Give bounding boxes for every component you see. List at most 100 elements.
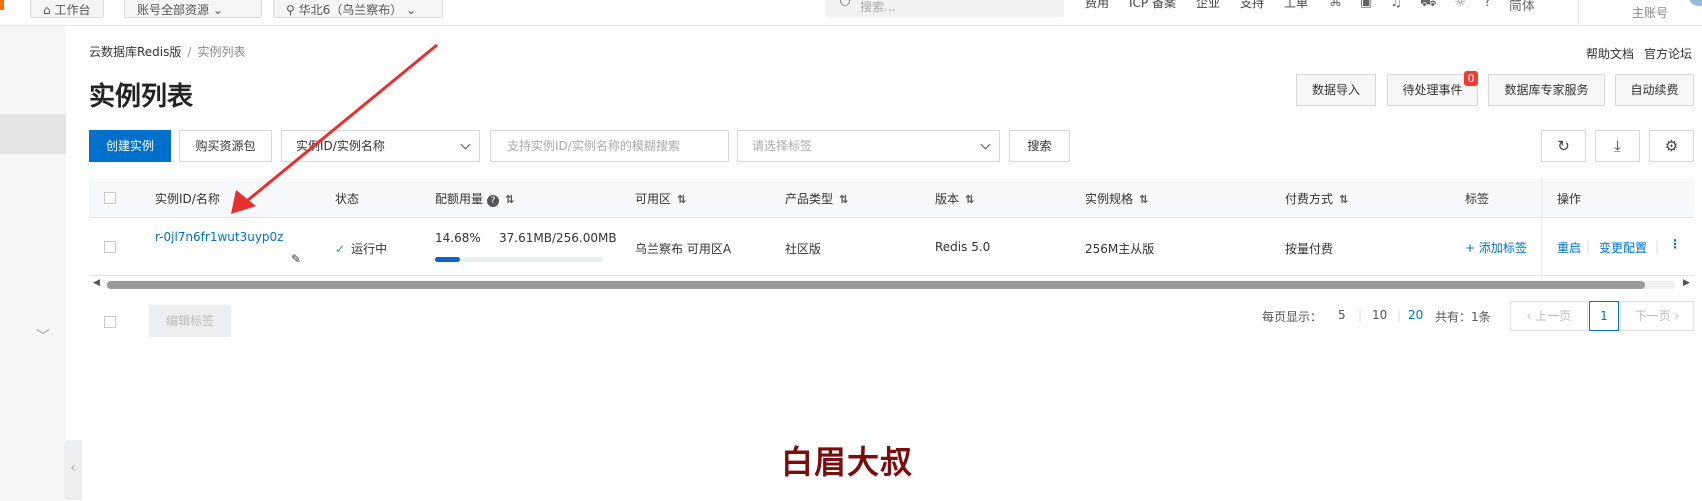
search-button[interactable]: 搜索	[1009, 130, 1070, 162]
create-instance-button[interactable]: 创建实例	[89, 130, 171, 162]
page-1-button[interactable]: 1	[1589, 301, 1619, 331]
version-cell: Redis 5.0	[935, 240, 991, 254]
table-row: r-0jl7n6fr1wut3uyp0z ✎ ✓ 运行中 14.68% 37.61…	[89, 219, 1694, 276]
breadcrumb-current: 实例列表	[197, 45, 246, 59]
per-page-option-5[interactable]: 5	[1338, 308, 1346, 322]
more-icon[interactable]: ⋮	[1669, 237, 1681, 251]
instance-id-link[interactable]: r-0jl7n6fr1wut3uyp0z	[155, 230, 283, 244]
breadcrumb-root[interactable]: 云数据库Redis版	[89, 45, 181, 59]
nav-link-support[interactable]: 支持	[1240, 0, 1264, 11]
quota-usage: 37.61MB/256.00MB	[499, 231, 617, 245]
buy-resource-pack-button[interactable]: 购买资源包	[179, 130, 272, 162]
filter-field-select[interactable]: 实例ID/实例名称	[281, 130, 480, 162]
sidebar-collapse-button[interactable]: ‹	[64, 440, 82, 500]
avatar[interactable]	[1686, 0, 1702, 8]
col-spec: 实例规格 ⇅	[1085, 192, 1149, 206]
table-header: 实例ID/名称 状态 配额用量? ⇅ 可用区 ⇅ 产品类型 ⇅ 版本 ⇅ 实例规格 ⇅ 付…	[89, 178, 1694, 218]
horizontal-scrollbar[interactable]: ◀ ▶	[89, 278, 1694, 290]
quota-progress-bar	[435, 257, 603, 262]
help-icon[interactable]: ?	[487, 195, 500, 207]
chevron-down-icon[interactable]: ﹀	[36, 326, 50, 346]
sort-icon[interactable]: ⇅	[965, 193, 974, 206]
sort-icon[interactable]: ⇅	[1139, 193, 1148, 206]
chevron-down-icon	[460, 139, 471, 150]
resource-group-select[interactable]: 账号全部资源 ⌄	[124, 0, 262, 18]
global-search-input[interactable]: 搜索...	[826, 0, 1064, 17]
lightbulb-icon[interactable]: ☼	[1454, 0, 1466, 14]
add-tag-link[interactable]: + 添加标签	[1465, 239, 1527, 256]
restart-link[interactable]: 重启	[1557, 239, 1581, 256]
page-title: 实例列表	[89, 82, 194, 112]
refresh-icon[interactable]: ↻	[1541, 130, 1586, 162]
col-zone: 可用区 ⇅	[635, 192, 687, 206]
watermark: 白眉大叔	[781, 443, 914, 481]
account-menu[interactable]: 主账号	[1578, 0, 1702, 25]
per-page-option-10[interactable]: 10	[1372, 308, 1387, 322]
forum-link[interactable]: 官方论坛	[1644, 45, 1692, 62]
quota-percent: 14.68%	[435, 231, 481, 245]
chevron-left-icon: ‹	[70, 460, 76, 476]
nav-link-icp[interactable]: ICP 备案	[1129, 0, 1176, 11]
pending-count-badge: 0	[1464, 71, 1478, 86]
col-ops: 操作	[1557, 192, 1582, 206]
top-nav: ⌂ 工作台 账号全部资源 ⌄ ⚲ 华北6（乌兰察布） ⌄ 搜索... 费用 IC…	[0, 0, 1702, 26]
db-expert-button[interactable]: 数据库专家服务	[1488, 74, 1605, 106]
sidebar: ﹀	[0, 26, 66, 501]
row-checkbox[interactable]	[104, 241, 116, 253]
scroll-right-icon[interactable]: ▶	[1683, 278, 1690, 288]
sort-icon[interactable]: ⇅	[1339, 193, 1348, 206]
nav-link-ticket[interactable]: 工单	[1284, 0, 1308, 11]
spec-cell: 256M主从版	[1085, 242, 1155, 256]
image-icon[interactable]: ▣	[1360, 0, 1372, 14]
sort-icon[interactable]: ⇅	[677, 193, 686, 206]
next-page-button[interactable]: 下一页 ›	[1620, 301, 1694, 331]
data-import-button[interactable]: 数据导入	[1296, 74, 1376, 106]
scroll-left-icon[interactable]: ◀	[93, 278, 100, 288]
language-switch[interactable]: 简体	[1509, 0, 1535, 14]
settings-icon[interactable]: ⚙	[1649, 130, 1694, 162]
divider: |	[1397, 308, 1402, 322]
sort-icon[interactable]: ⇅	[839, 193, 848, 206]
zone-cell: 乌兰察布 可用区A	[635, 242, 732, 256]
chevron-down-icon: ⌄	[212, 3, 223, 17]
auto-renew-button[interactable]: 自动续费	[1615, 74, 1694, 106]
col-id-name: 实例ID/名称	[155, 192, 220, 206]
col-tags: 标签	[1465, 192, 1490, 206]
home-icon: ⌂	[43, 3, 55, 17]
top-icons: ⌘ ▣ ♫ ⛟ ☼ ? 简体	[1329, 0, 1535, 14]
col-product: 产品类型 ⇅	[785, 192, 849, 206]
footer-select-all-checkbox[interactable]	[104, 316, 116, 328]
nav-link-enterprise[interactable]: 企业	[1196, 0, 1220, 11]
workbench-button[interactable]: ⌂ 工作台	[30, 0, 104, 18]
top-links: 费用 ICP 备案 企业 支持 工单	[1085, 0, 1308, 11]
divider: |	[1358, 308, 1363, 322]
cart-icon[interactable]: ⛟	[1420, 0, 1436, 14]
edit-tags-button[interactable]: 编辑标签	[149, 305, 231, 337]
bell-icon[interactable]: ♫	[1390, 0, 1402, 14]
download-icon[interactable]: ⤓	[1595, 130, 1640, 162]
per-page-label: 每页显示：	[1262, 310, 1323, 324]
total-count: 共有：1条	[1435, 310, 1491, 324]
product-cell: 社区版	[785, 242, 822, 256]
select-all-checkbox[interactable]	[104, 192, 116, 204]
per-page-option-20[interactable]: 20	[1408, 308, 1423, 322]
instance-search-input[interactable]: 支持实例ID/实例名称的模糊搜索	[490, 130, 729, 162]
pending-events-button[interactable]: 待处理事件 0	[1387, 71, 1478, 106]
sort-icon[interactable]: ⇅	[505, 193, 514, 206]
change-config-link[interactable]: 变更配置	[1599, 239, 1647, 256]
chevron-down-icon: ⌄	[406, 3, 417, 17]
help-icon[interactable]: ?	[1484, 0, 1491, 14]
col-billing: 付费方式 ⇅	[1285, 192, 1349, 206]
help-docs-link[interactable]: 帮助文档	[1586, 45, 1634, 62]
edit-icon[interactable]: ✎	[291, 252, 301, 266]
region-select[interactable]: ⚲ 华北6（乌兰察布） ⌄	[273, 0, 443, 18]
prev-page-button[interactable]: ‹ 上一页	[1510, 301, 1588, 331]
account-label: 主账号	[1632, 6, 1669, 20]
col-version: 版本 ⇅	[935, 192, 975, 206]
check-icon: ✓	[335, 242, 346, 256]
cloud-shell-icon[interactable]: ⌘	[1329, 0, 1342, 14]
sidebar-item-selected[interactable]	[0, 114, 66, 154]
nav-link-billing[interactable]: 费用	[1085, 0, 1109, 11]
tag-select[interactable]: 请选择标签	[737, 130, 1000, 162]
scroll-thumb[interactable]	[107, 281, 1645, 289]
